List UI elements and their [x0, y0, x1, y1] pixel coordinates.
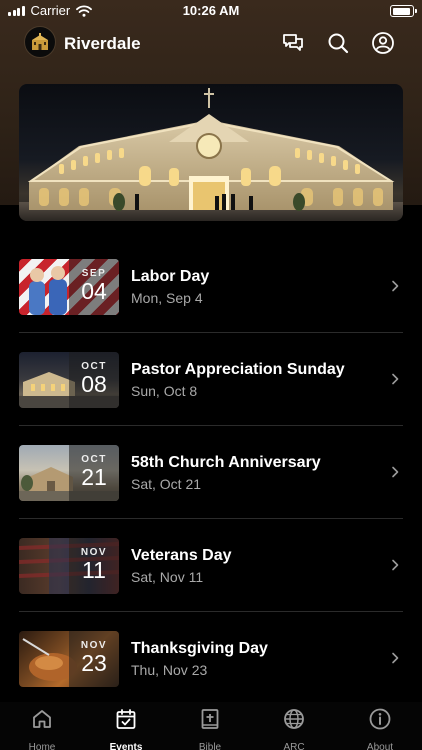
- event-row[interactable]: NOV 23 Thanksgiving Day Thu, Nov 23: [0, 612, 422, 705]
- event-row[interactable]: NOV 11 Veterans Day Sat, Nov 11: [0, 519, 422, 612]
- event-title: Pastor Appreciation Sunday: [131, 361, 345, 378]
- date-day: 23: [81, 650, 107, 676]
- tab-label: About: [366, 742, 394, 750]
- date-day: 21: [81, 464, 107, 490]
- date-badge: NOV 23: [69, 631, 119, 687]
- logo-church-icon[interactable]: [24, 26, 56, 58]
- tab-label: ARC: [283, 742, 305, 750]
- event-row[interactable]: OCT 08 Pastor Appreciation Sunday Sun, O…: [0, 333, 422, 426]
- calendar-check-icon: [116, 709, 136, 729]
- chevron-right-icon: [392, 373, 399, 385]
- event-thumbnail: SEP 04: [19, 259, 119, 315]
- event-date: Sun, Oct 8: [131, 383, 198, 399]
- event-title: Thanksgiving Day: [131, 640, 268, 657]
- event-thumbnail: NOV 23: [19, 631, 119, 687]
- date-badge: SEP 04: [69, 259, 119, 315]
- event-title: Labor Day: [131, 268, 210, 285]
- tab-label: Home: [28, 742, 56, 750]
- date-day: 11: [82, 557, 106, 583]
- event-thumbnail: NOV 11: [19, 538, 119, 594]
- event-date: Sat, Oct 21: [131, 476, 202, 492]
- hero-church-image[interactable]: [19, 84, 403, 221]
- event-row[interactable]: SEP 04 Labor Day Mon, Sep 4: [0, 240, 422, 333]
- church-illustration: [19, 88, 403, 221]
- battery-fill: [392, 7, 410, 15]
- event-thumbnail: OCT 21: [19, 445, 119, 501]
- tab-events[interactable]: Events: [84, 707, 168, 750]
- app-title: Riverdale: [64, 34, 141, 53]
- date-day: 04: [81, 278, 107, 304]
- search-icon[interactable]: [326, 31, 350, 55]
- tab-arc[interactable]: ARC: [252, 707, 336, 750]
- battery-icon: [390, 5, 417, 17]
- tab-bible[interactable]: Bible: [168, 707, 252, 750]
- globe-icon: [284, 709, 304, 729]
- event-title: 58th Church Anniversary: [131, 454, 321, 471]
- status-bar: Carrier 10:26 AM: [0, 0, 422, 22]
- event-thumbnail: OCT 08: [19, 352, 119, 408]
- app-header: Riverdale: [0, 25, 422, 61]
- event-row[interactable]: OCT 21 58th Church Anniversary Sat, Oct …: [0, 426, 422, 519]
- date-badge: OCT 21: [69, 445, 119, 501]
- chevron-right-icon: [392, 559, 399, 571]
- tab-label: Events: [109, 742, 143, 750]
- info-icon: [369, 708, 391, 730]
- event-date: Mon, Sep 4: [131, 290, 203, 306]
- tab-about[interactable]: About: [338, 707, 422, 750]
- tab-bar: Home Events Bible ARC About: [0, 702, 422, 750]
- event-title: Veterans Day: [131, 547, 232, 564]
- bible-icon: [201, 709, 219, 729]
- tab-label: Bible: [198, 742, 222, 750]
- home-icon: [33, 710, 51, 728]
- date-badge: NOV 11: [69, 538, 119, 594]
- chevron-right-icon: [392, 466, 399, 478]
- chevron-right-icon: [392, 280, 399, 292]
- event-date: Sat, Nov 11: [131, 569, 204, 585]
- event-date: Thu, Nov 23: [131, 662, 208, 678]
- chevron-right-icon: [392, 652, 399, 664]
- status-time: 10:26 AM: [182, 3, 240, 18]
- tab-home[interactable]: Home: [0, 707, 84, 750]
- date-day: 08: [81, 371, 107, 397]
- chat-icon[interactable]: [281, 31, 305, 55]
- account-icon[interactable]: [371, 31, 395, 55]
- date-badge: OCT 08: [69, 352, 119, 408]
